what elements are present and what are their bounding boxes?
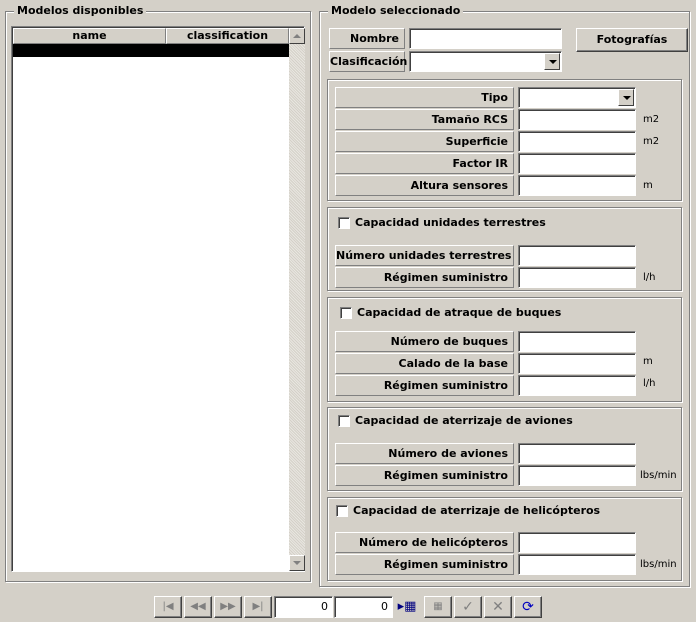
altura-sensores-unit: m <box>643 180 653 191</box>
close-icon: ✕ <box>492 599 504 615</box>
tipo-combo[interactable] <box>518 87 636 108</box>
available-models-title: Modelos disponibles <box>14 4 147 17</box>
tamano-rcs-label: Tamaño RCS <box>335 109 514 130</box>
check-icon: ✓ <box>462 599 474 615</box>
factor-ir-input[interactable] <box>518 153 636 174</box>
numero-aviones-input[interactable] <box>518 443 636 464</box>
regimen-helicopteros-input[interactable] <box>518 554 636 575</box>
altura-sensores-label: Altura sensores <box>335 175 514 196</box>
calado-label: Calado de la base <box>335 353 514 374</box>
numero-buques-input[interactable] <box>518 331 636 352</box>
regimen-aviones-unit: lbs/min <box>640 470 677 481</box>
helicopteros-checkbox-label[interactable]: Capacidad de aterrizaje de helicópteros <box>353 504 600 517</box>
up-arrow-icon <box>293 34 301 38</box>
scroll-down-button[interactable] <box>289 555 305 571</box>
regimen-buques-unit: l/h <box>643 378 656 389</box>
last-record-button[interactable]: ▶| <box>244 596 272 618</box>
cancel-button[interactable]: ✕ <box>484 596 512 618</box>
nombre-input[interactable] <box>409 28 562 49</box>
filter-grid-icon: ▦ <box>433 601 443 612</box>
grid-view-icon[interactable]: ▸▦ <box>394 596 420 618</box>
superficie-input[interactable] <box>518 131 636 152</box>
superficie-unit: m2 <box>643 136 660 147</box>
tamano-rcs-unit: m2 <box>643 114 660 125</box>
numero-helicopteros-input[interactable] <box>518 532 636 553</box>
regimen-buques-label: Régimen suministro <box>335 375 514 396</box>
fotografias-button[interactable]: Fotografías <box>576 28 688 52</box>
chevron-down-icon[interactable] <box>618 89 634 106</box>
selected-row[interactable] <box>13 44 289 57</box>
prev-record-icon: ◀◀ <box>190 601 206 612</box>
regimen-helicopteros-unit: lbs/min <box>640 559 677 570</box>
terrestres-checkbox-label[interactable]: Capacidad unidades terrestres <box>355 216 546 229</box>
column-header-classification[interactable]: classification <box>166 28 289 44</box>
next-record-button[interactable]: ▶▶ <box>214 596 242 618</box>
altura-sensores-input[interactable] <box>518 175 636 196</box>
down-arrow-icon <box>293 561 301 565</box>
calado-input[interactable] <box>518 353 636 374</box>
regimen-aviones-label: Régimen suministro <box>335 465 514 486</box>
column-header-name[interactable]: name <box>13 28 166 44</box>
post-button[interactable]: ✓ <box>454 596 482 618</box>
refresh-icon: ⟳ <box>522 599 534 615</box>
vertical-scrollbar[interactable] <box>289 28 305 571</box>
clasificacion-combo[interactable] <box>409 51 562 72</box>
tipo-label: Tipo <box>335 87 514 108</box>
regimen-terrestres-label: Régimen suministro <box>335 267 514 288</box>
first-record-icon: |◀ <box>162 601 174 612</box>
calado-unit: m <box>643 356 653 367</box>
record-count-input[interactable]: 0 <box>334 596 393 618</box>
buques-checkbox-label[interactable]: Capacidad de atraque de buques <box>357 306 561 319</box>
last-record-icon: ▶| <box>252 601 264 612</box>
numero-helicopteros-label: Número de helicópteros <box>335 532 514 553</box>
superficie-label: Superficie <box>335 131 514 152</box>
prev-record-button[interactable]: ◀◀ <box>184 596 212 618</box>
refresh-button[interactable]: ⟳ <box>514 596 542 618</box>
factor-ir-label: Factor IR <box>335 153 514 174</box>
nombre-label: Nombre <box>329 28 405 49</box>
buques-checkbox[interactable] <box>340 307 352 319</box>
regimen-terrestres-input[interactable] <box>518 267 636 288</box>
regimen-terrestres-unit: l/h <box>643 272 656 283</box>
aviones-checkbox-label[interactable]: Capacidad de aterrizaje de aviones <box>355 414 573 427</box>
terrestres-checkbox[interactable] <box>338 217 350 229</box>
scroll-up-button[interactable] <box>289 28 305 44</box>
chevron-down-icon[interactable] <box>544 53 560 70</box>
numero-terrestres-input[interactable] <box>518 245 636 266</box>
numero-aviones-label: Número de aviones <box>335 443 514 464</box>
helicopteros-checkbox[interactable] <box>336 505 348 517</box>
numero-buques-label: Número de buques <box>335 331 514 352</box>
filter-grid-button[interactable]: ▦ <box>424 596 452 618</box>
regimen-helicopteros-label: Régimen suministro <box>335 554 514 575</box>
aviones-checkbox[interactable] <box>338 415 350 427</box>
regimen-aviones-input[interactable] <box>518 465 636 486</box>
selected-model-title: Modelo seleccionado <box>328 4 464 17</box>
regimen-buques-input[interactable] <box>518 375 636 396</box>
next-record-icon: ▶▶ <box>220 601 236 612</box>
record-number-input[interactable]: 0 <box>274 596 333 618</box>
models-grid[interactable]: name classification <box>11 26 305 572</box>
tamano-rcs-input[interactable] <box>518 109 636 130</box>
first-record-button[interactable]: |◀ <box>154 596 182 618</box>
clasificacion-label: Clasificación <box>329 51 407 72</box>
numero-terrestres-label: Número unidades terrestres <box>335 245 514 266</box>
